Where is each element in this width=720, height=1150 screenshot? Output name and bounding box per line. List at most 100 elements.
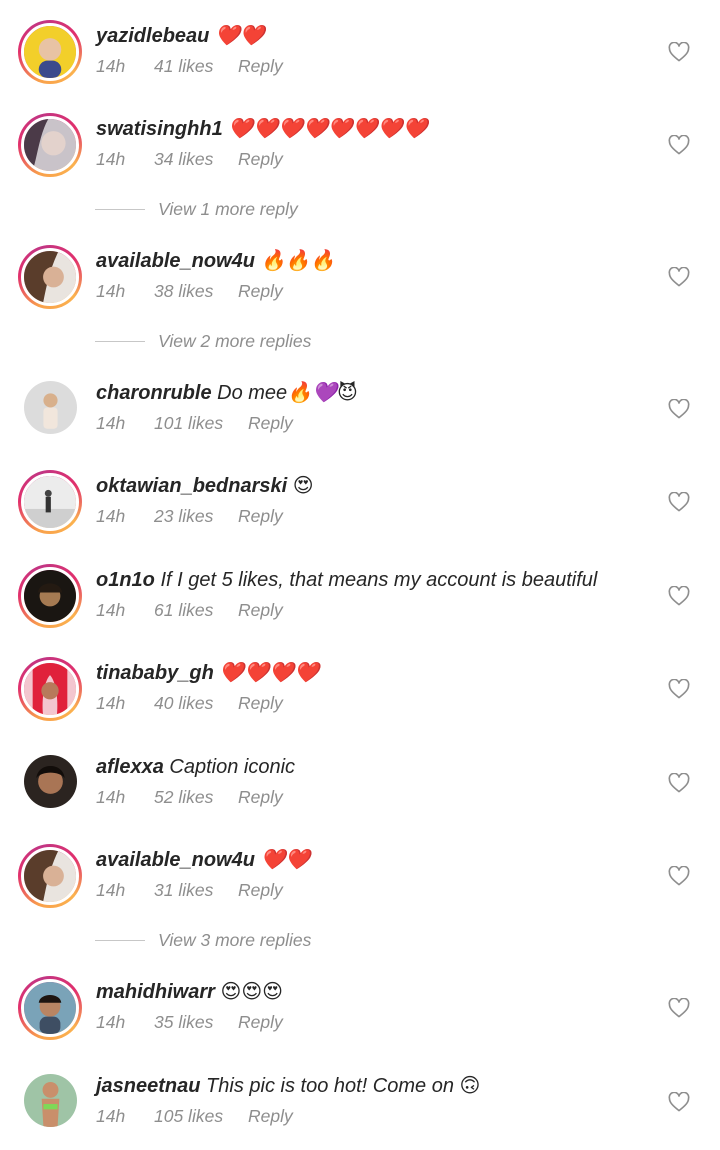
divider	[95, 341, 145, 342]
comment-text: 😍😍😍	[220, 981, 284, 1003]
comment-username[interactable]: mahidhiwarr	[96, 981, 215, 1003]
reply-button[interactable]: Reply	[238, 785, 283, 809]
heart-icon[interactable]	[668, 399, 690, 419]
comment-username[interactable]: charonruble	[96, 382, 212, 404]
view-more-replies-label[interactable]: View 1 more reply	[158, 197, 298, 221]
comment-line: swatisinghh1 ❤️❤️❤️❤️❤️❤️❤️❤️	[96, 115, 427, 143]
comment-line: aflexxa Caption iconic	[96, 753, 295, 781]
comment-likes[interactable]: 23 likes	[154, 504, 238, 528]
comment-username[interactable]: available_now4u	[96, 250, 255, 272]
heart-icon[interactable]	[668, 267, 690, 287]
view-more-replies-label[interactable]: View 3 more replies	[158, 928, 311, 952]
comment-time: 14h	[96, 600, 126, 620]
avatar[interactable]	[18, 844, 82, 908]
comment-meta: 14h 101 likes Reply	[96, 411, 293, 435]
comment-meta: 14h 40 likes Reply	[96, 691, 283, 715]
comment-text: Do mee🔥💜😈	[217, 382, 358, 404]
view-more-replies-label[interactable]: View 2 more replies	[158, 329, 311, 353]
comment-username[interactable]: swatisinghh1	[96, 118, 223, 140]
avatar[interactable]	[18, 976, 82, 1040]
comment-time: 14h	[96, 506, 126, 526]
comment-likes[interactable]: 105 likes	[154, 1104, 248, 1128]
avatar[interactable]	[18, 245, 82, 309]
comment-text: ❤️❤️❤️❤️❤️❤️❤️❤️	[228, 118, 428, 140]
comment-item: available_now4u 🔥🔥🔥 14h 38 likes Reply	[0, 245, 720, 325]
reply-button[interactable]: Reply	[238, 54, 283, 78]
comment-meta: 14h 105 likes Reply	[96, 1104, 293, 1128]
comment-text: Caption iconic	[169, 756, 296, 778]
heart-icon[interactable]	[668, 586, 690, 606]
avatar[interactable]	[24, 1074, 77, 1127]
comment-meta: 14h 61 likes Reply	[96, 598, 283, 622]
comment-line: mahidhiwarr 😍😍😍	[96, 978, 283, 1006]
heart-icon[interactable]	[668, 998, 690, 1018]
comment-likes[interactable]: 101 likes	[154, 411, 248, 435]
comment-line: oktawian_bednarski 😍	[96, 472, 314, 500]
heart-icon[interactable]	[668, 773, 690, 793]
view-more-replies[interactable]: View 2 more replies	[95, 329, 495, 353]
reply-button[interactable]: Reply	[238, 1010, 283, 1034]
view-more-replies[interactable]: View 1 more reply	[95, 197, 495, 221]
heart-icon[interactable]	[668, 492, 690, 512]
comment-likes[interactable]: 34 likes	[154, 147, 238, 171]
comment-username[interactable]: yazidlebeau	[96, 25, 209, 47]
comment-likes[interactable]: 40 likes	[154, 691, 238, 715]
comment-text: If I get 5 likes, that means my account …	[160, 569, 598, 591]
heart-icon[interactable]	[668, 866, 690, 886]
reply-button[interactable]: Reply	[248, 411, 293, 435]
avatar[interactable]	[24, 755, 77, 808]
comment-time: 14h	[96, 1012, 126, 1032]
comment-time: 14h	[96, 413, 126, 433]
avatar-photo	[24, 381, 77, 434]
avatar-photo	[24, 755, 77, 808]
comment-meta: 14h 35 likes Reply	[96, 1010, 283, 1034]
reply-button[interactable]: Reply	[238, 147, 283, 171]
comment-item: aflexxa Caption iconic 14h 52 likes Reply	[0, 751, 720, 831]
avatar[interactable]	[18, 470, 82, 534]
comment-username[interactable]: jasneetnau	[96, 1075, 200, 1097]
comment-likes[interactable]: 61 likes	[154, 598, 238, 622]
heart-icon[interactable]	[668, 679, 690, 699]
reply-button[interactable]: Reply	[238, 279, 283, 303]
comment-username[interactable]: oktawian_bednarski	[96, 475, 287, 497]
comment-likes[interactable]: 52 likes	[154, 785, 238, 809]
heart-icon[interactable]	[668, 135, 690, 155]
avatar[interactable]	[18, 657, 82, 721]
comment-text: This pic is too hot! Come on 🙃	[206, 1075, 481, 1097]
view-more-replies[interactable]: View 3 more replies	[95, 928, 495, 952]
comment-item: mahidhiwarr 😍😍😍 14h 35 likes Reply	[0, 976, 720, 1056]
comment-username[interactable]: available_now4u	[96, 849, 255, 871]
heart-icon[interactable]	[668, 42, 690, 62]
comment-meta: 14h 23 likes Reply	[96, 504, 283, 528]
comment-meta: 14h 38 likes Reply	[96, 279, 283, 303]
comment-line: jasneetnau This pic is too hot! Come on …	[96, 1072, 480, 1100]
comment-meta: 14h 34 likes Reply	[96, 147, 283, 171]
heart-icon[interactable]	[668, 1092, 690, 1112]
avatar-photo	[24, 570, 76, 622]
comment-username[interactable]: o1n1o	[96, 569, 155, 591]
comment-text: ❤️❤️	[260, 849, 311, 871]
reply-button[interactable]: Reply	[238, 878, 283, 902]
comment-text: 😍	[292, 475, 314, 497]
comment-username[interactable]: tinababy_gh	[96, 662, 214, 684]
avatar-photo	[24, 1074, 77, 1127]
comment-time: 14h	[96, 149, 126, 169]
comment-username[interactable]: aflexxa	[96, 756, 164, 778]
comment-time: 14h	[96, 56, 126, 76]
avatar[interactable]	[24, 381, 77, 434]
comment-line: available_now4u ❤️❤️	[96, 846, 310, 874]
avatar[interactable]	[18, 20, 82, 84]
comment-meta: 14h 52 likes Reply	[96, 785, 283, 809]
comment-likes[interactable]: 35 likes	[154, 1010, 238, 1034]
avatar[interactable]	[18, 564, 82, 628]
reply-button[interactable]: Reply	[248, 1104, 293, 1128]
comment-likes[interactable]: 38 likes	[154, 279, 238, 303]
reply-button[interactable]: Reply	[238, 504, 283, 528]
comment-line: tinababy_gh ❤️❤️❤️❤️	[96, 659, 319, 687]
comment-likes[interactable]: 31 likes	[154, 878, 238, 902]
comment-likes[interactable]: 41 likes	[154, 54, 238, 78]
reply-button[interactable]: Reply	[238, 691, 283, 715]
reply-button[interactable]: Reply	[238, 598, 283, 622]
avatar-photo	[24, 850, 76, 902]
avatar[interactable]	[18, 113, 82, 177]
